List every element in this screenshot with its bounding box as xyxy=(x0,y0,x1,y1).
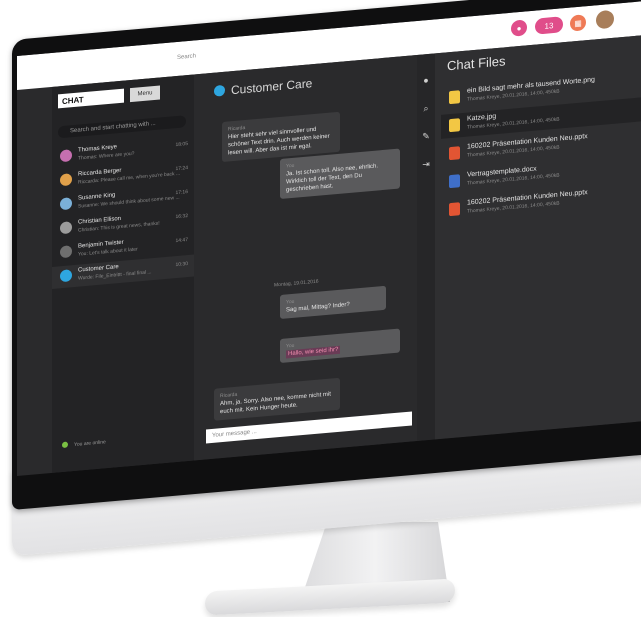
message-bubble: Ricarda Ahm, ja. Sorry. Also nee, komme … xyxy=(214,377,340,421)
app-logo: CHAT xyxy=(58,88,124,109)
conversation-time: 14:47 xyxy=(175,237,188,245)
icon-rail: ● ⌕ ✎ ⇥ xyxy=(417,53,435,442)
conversation-time: 17:24 xyxy=(175,165,188,173)
message-bubble-own: You Hallo, wie seid ihr? xyxy=(280,328,400,363)
avatar xyxy=(60,269,72,283)
chat-files-panel: Chat Files ein Bild sagt mehr als tausen… xyxy=(435,35,641,440)
presentation-file-icon xyxy=(449,146,460,161)
conversation-time: 17:16 xyxy=(175,189,188,197)
chat-title: Customer Care xyxy=(214,76,312,99)
message-bubble-own: You Sag mal, Mittag? Inder? xyxy=(280,285,386,319)
conversation-sidebar: CHAT Menu Search and start chatting with… xyxy=(52,74,194,473)
monitor-base xyxy=(205,578,455,616)
chat-panel: Customer Care Ricarda Hier steht sehr vi… xyxy=(194,55,417,461)
date-separator: Montag, 19.01.2016 xyxy=(274,278,319,289)
avatar xyxy=(60,197,72,211)
menu-button[interactable]: Menu xyxy=(130,85,160,103)
document-file-icon xyxy=(449,174,460,189)
presentation-file-icon xyxy=(449,202,460,217)
conversation-time: 18:05 xyxy=(175,141,188,149)
exit-icon[interactable]: ⇥ xyxy=(420,158,432,171)
image-file-icon xyxy=(449,118,460,133)
messages-badge[interactable]: 13 xyxy=(535,16,563,35)
calendar-icon[interactable]: ▦ xyxy=(570,14,586,32)
conversation-time: 16:32 xyxy=(175,213,188,221)
image-file-icon xyxy=(449,90,460,105)
avatar xyxy=(60,221,72,235)
files-title: Chat Files xyxy=(447,53,506,74)
avatar xyxy=(60,245,72,259)
user-icon[interactable]: ● xyxy=(420,74,432,87)
avatar xyxy=(60,149,72,163)
file-name: Katze.jpg xyxy=(467,113,497,123)
app-screen: ● 13 ▦ CHAT Menu Search and start chatti… xyxy=(17,1,641,476)
message-count: 13 xyxy=(544,20,554,31)
notification-icon[interactable]: ● xyxy=(511,19,527,37)
search-icon[interactable]: ⌕ xyxy=(420,102,432,115)
monitor-mockup: ● 13 ▦ CHAT Menu Search and start chatti… xyxy=(0,0,641,617)
attachment-icon[interactable]: ✎ xyxy=(420,130,432,143)
contact-search-input[interactable]: Search and start chatting with ... xyxy=(58,115,186,139)
online-status: You are online xyxy=(62,438,106,449)
message-bubble-own: You Ja. Ist schon toll. Also nee, ehrlic… xyxy=(280,148,400,199)
user-avatar[interactable] xyxy=(596,9,614,30)
avatar xyxy=(60,173,72,187)
conversation-time: 10:30 xyxy=(175,261,188,269)
